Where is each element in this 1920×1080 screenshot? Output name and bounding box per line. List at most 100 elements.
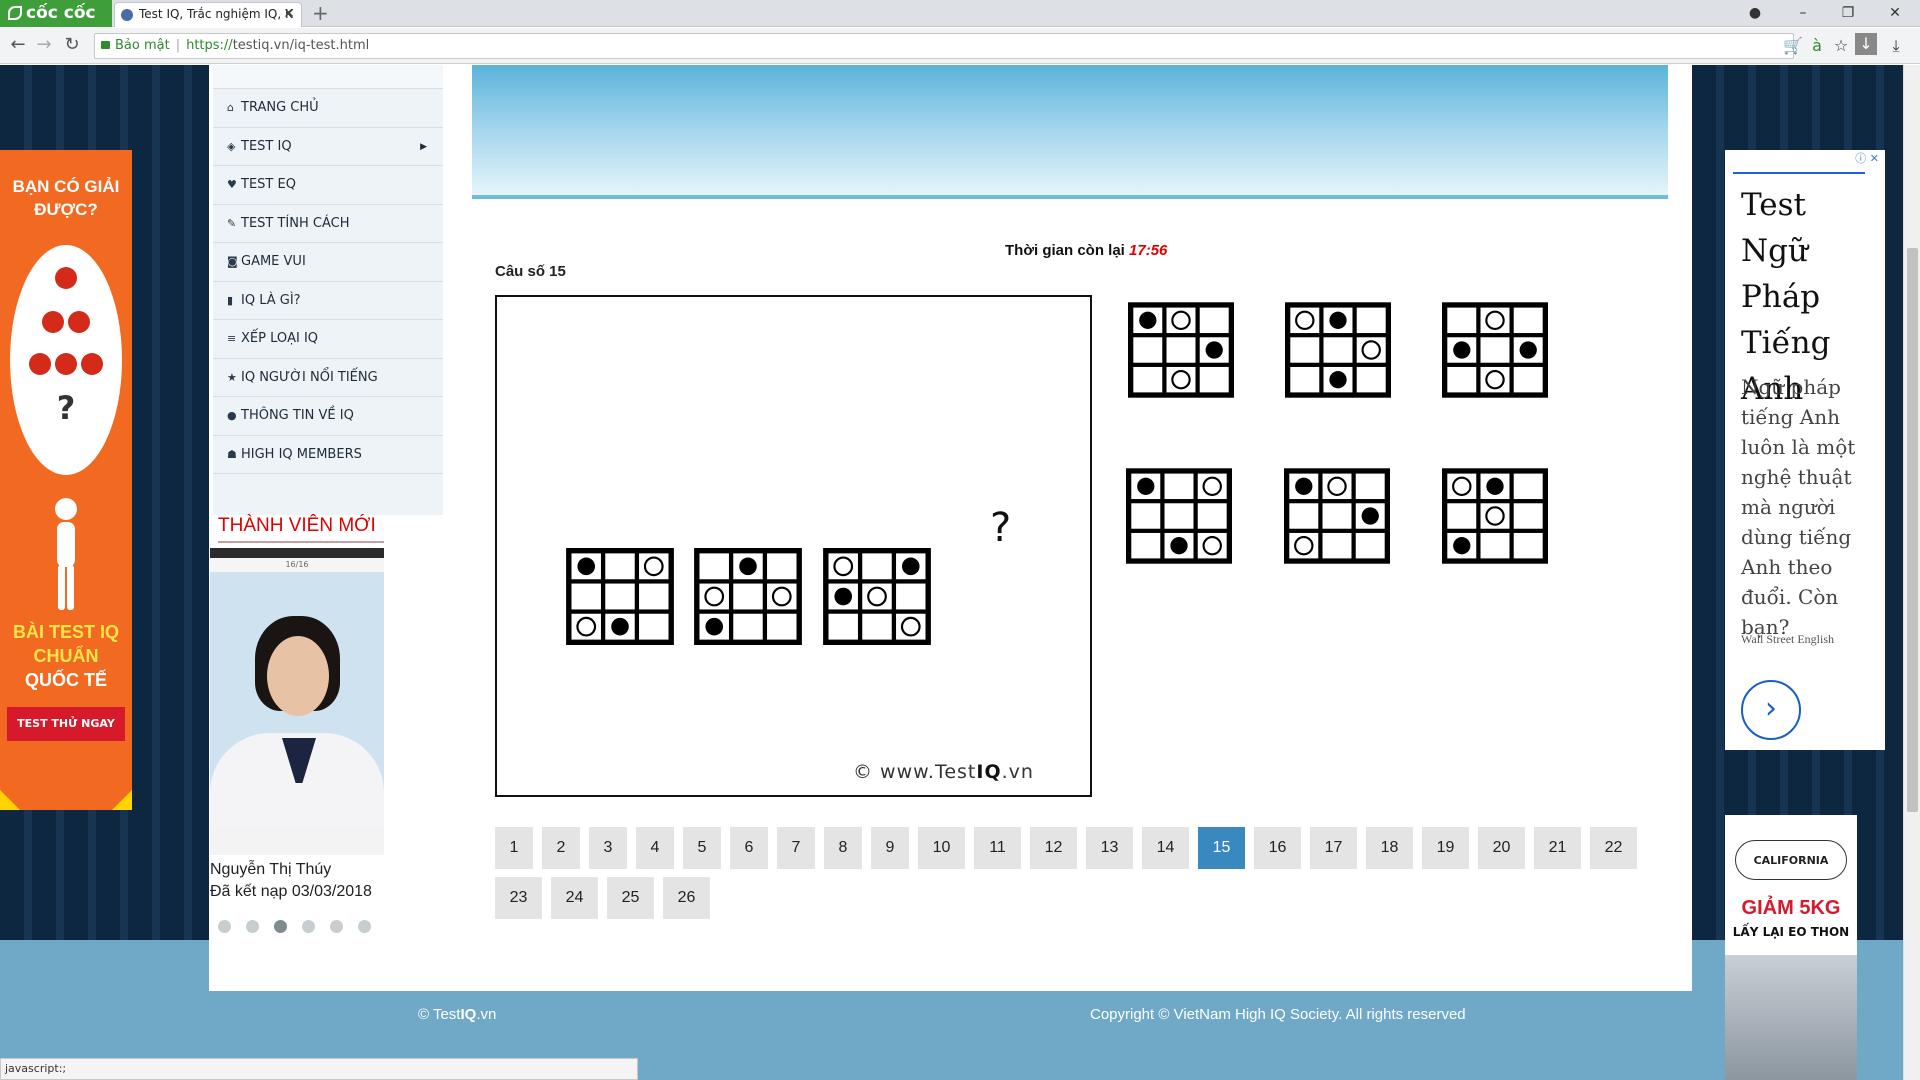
translate-icon[interactable]: à — [1806, 33, 1828, 59]
account-icon[interactable]: ● — [1735, 0, 1775, 27]
answer-option-3[interactable] — [1442, 297, 1548, 403]
page-button-10[interactable]: 10 — [918, 827, 965, 869]
sidebar-item-famous-iq[interactable]: ★ IQ người nổi tiếng — [213, 359, 443, 397]
close-tab-icon[interactable]: ✕ — [283, 3, 295, 26]
page-button-11[interactable]: 11 — [974, 827, 1021, 869]
page-button-4[interactable]: 4 — [636, 827, 674, 869]
page-button-23[interactable]: 23 — [495, 877, 542, 919]
ad-choices-icon[interactable]: ⓘ ✕ — [1855, 150, 1879, 166]
black-dot — [705, 617, 724, 636]
page-button-1[interactable]: 1 — [495, 827, 533, 869]
sidebar-item-iq-ranking[interactable]: ≡ Xếp loại IQ — [213, 320, 443, 359]
sidebar-item-high-iq-members[interactable]: ☗ High IQ members — [213, 436, 443, 474]
page-button-19[interactable]: 19 — [1422, 827, 1469, 869]
answer-option-1[interactable] — [1128, 297, 1234, 403]
page-button-26[interactable]: 26 — [663, 877, 710, 919]
ad-left-heading: BẠN CÓ GIẢI ĐƯỢC? — [12, 177, 120, 219]
white-dot — [576, 616, 597, 637]
right-ad-california[interactable]: CALIFORNIA GIẢM 5KG LẤY LẠI EO THON — [1725, 815, 1857, 1080]
sidebar-item-iq-info[interactable]: ● Thông tin về IQ — [213, 397, 443, 436]
page-button-21[interactable]: 21 — [1534, 827, 1581, 869]
browser-tab-bar: cốc cốc Test IQ, Trắc nghiệm IQ, K ✕ + ● … — [0, 0, 1920, 27]
sidebar-item-what-is-iq[interactable]: ▮ IQ là gì? — [213, 282, 443, 320]
page-button-22[interactable]: 22 — [1590, 827, 1637, 869]
answer-option-4[interactable] — [1126, 463, 1232, 569]
black-dot — [1170, 537, 1188, 555]
carousel-dot[interactable] — [358, 920, 371, 933]
page-button-18[interactable]: 18 — [1366, 827, 1413, 869]
web-page: BẠN CÓ GIẢI ĐƯỢC? ? BÀI TEST IQ CHUẨN QU… — [0, 65, 1920, 1080]
white-dot — [1452, 476, 1472, 497]
left-ad-banner[interactable]: BẠN CÓ GIẢI ĐƯỢC? ? BÀI TEST IQ CHUẨN QU… — [0, 150, 132, 810]
bookmark-star-icon[interactable]: ☆ — [1830, 33, 1852, 59]
carousel-dot[interactable] — [246, 920, 259, 933]
scrollbar-thumb[interactable] — [1907, 248, 1918, 812]
brain-icon: ◈ — [227, 139, 236, 153]
page-button-7[interactable]: 7 — [777, 827, 815, 869]
sidebar-item-test-eq[interactable]: ♥ Test EQ — [213, 166, 443, 205]
page-button-20[interactable]: 20 — [1478, 827, 1525, 869]
header-banner — [472, 65, 1668, 199]
page-button-3[interactable]: 3 — [589, 827, 627, 869]
page-button-8[interactable]: 8 — [824, 827, 862, 869]
star-icon: ★ — [227, 370, 237, 384]
page-button-24[interactable]: 24 — [551, 877, 598, 919]
new-tab-button[interactable]: + — [312, 1, 329, 25]
back-icon[interactable]: ← — [6, 34, 30, 56]
page-button-12[interactable]: 12 — [1030, 827, 1077, 869]
chat-icon: ✎ — [227, 216, 237, 230]
download-icon[interactable]: ↓ — [1855, 33, 1877, 55]
ad-headline: GIẢM 5KG — [1741, 897, 1841, 919]
sidebar-item-test-iq[interactable]: ◈ Test IQ ▶ — [213, 128, 443, 166]
page-button-13[interactable]: 13 — [1086, 827, 1133, 869]
carousel-dot[interactable] — [218, 920, 231, 933]
cart-icon[interactable]: 🛒 — [1782, 33, 1804, 59]
url-bar[interactable]: Bảo mật | https://testiq.vn/iq-test.html — [94, 33, 1794, 59]
sidebar-menu: ⌂ Trang chủ ◈ Test IQ ▶ ♥ Test EQ ✎ Test tính… — [213, 65, 443, 515]
test-now-button[interactable]: TEST THỬ NGAY — [7, 707, 125, 741]
chevron-right-icon[interactable]: › — [1741, 680, 1801, 740]
vertical-scrollbar[interactable] — [1903, 65, 1920, 1080]
carousel-dot[interactable] — [274, 920, 287, 933]
sidebar-item-games[interactable]: ◙ Game vui — [213, 243, 443, 282]
thinking-man-icon — [55, 498, 77, 610]
black-dot — [1361, 507, 1379, 525]
footer-brand: © TestIQ.vn — [418, 1006, 497, 1023]
sidebar-item-personality[interactable]: ✎ Test tính cách — [213, 205, 443, 243]
maximize-button[interactable]: ❐ — [1828, 0, 1868, 27]
minimize-button[interactable]: – — [1783, 0, 1823, 27]
browser-tab[interactable]: Test IQ, Trắc nghiệm IQ, K ✕ — [114, 2, 302, 27]
downloads-tray-icon[interactable]: ⤓ — [1885, 33, 1907, 59]
answer-option-2[interactable] — [1285, 297, 1391, 403]
page-button-5[interactable]: 5 — [683, 827, 721, 869]
answer-option-5[interactable] — [1284, 463, 1390, 569]
sidebar-item-home[interactable]: ⌂ Trang chủ — [213, 89, 443, 128]
member-photo[interactable]: 16/16 — [210, 548, 384, 855]
page-button-16[interactable]: 16 — [1254, 827, 1301, 869]
home-icon: ⌂ — [227, 101, 234, 114]
carousel-dot[interactable] — [330, 920, 343, 933]
page-button-15[interactable]: 15 — [1198, 827, 1245, 869]
black-dot — [577, 557, 596, 576]
white-dot — [1202, 535, 1222, 556]
page-button-17[interactable]: 17 — [1310, 827, 1357, 869]
answer-option-6[interactable] — [1442, 463, 1548, 569]
carousel-dot[interactable] — [302, 920, 315, 933]
apple-icon — [68, 311, 90, 333]
page-button-9[interactable]: 9 — [871, 827, 909, 869]
page-button-2[interactable]: 2 — [542, 827, 580, 869]
footer-copyright: Copyright © VietNam High IQ Society. All… — [1090, 1006, 1466, 1023]
black-dot — [1139, 311, 1157, 329]
page-button-6[interactable]: 6 — [730, 827, 768, 869]
page-button-14[interactable]: 14 — [1142, 827, 1189, 869]
page-button-25[interactable]: 25 — [607, 877, 654, 919]
ad-source: Wall Street English — [1741, 632, 1835, 646]
right-ad-english[interactable]: ⓘ ✕ Test Ngữ Pháp Tiếng Anh Ngữ pháp tiế… — [1725, 150, 1885, 750]
forward-icon[interactable]: → — [32, 34, 56, 56]
browser-logo[interactable]: cốc cốc — [0, 0, 112, 27]
white-dot — [900, 616, 921, 637]
apple-icon — [81, 353, 103, 375]
reload-icon[interactable]: ↻ — [60, 34, 84, 56]
close-window-button[interactable]: ✕ — [1875, 0, 1915, 27]
ad-question-mark: ? — [56, 389, 76, 427]
